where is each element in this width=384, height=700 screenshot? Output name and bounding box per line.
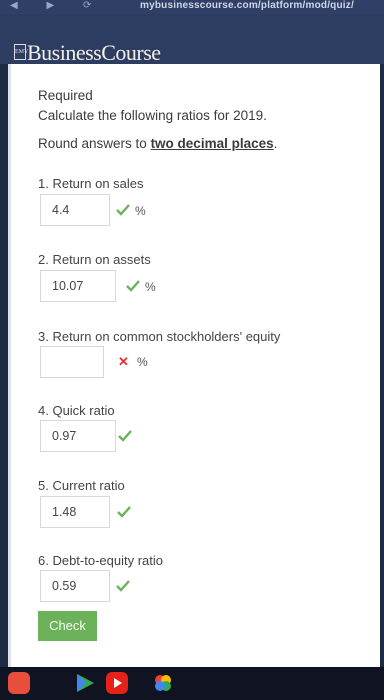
quiz-panel: Required Calculate the following ratios …: [8, 64, 380, 667]
question-1-input[interactable]: 4.4: [40, 194, 110, 226]
rounding-suffix: .: [273, 136, 278, 151]
check-button[interactable]: Check: [38, 611, 97, 641]
brand-logo-icon: EMY: [14, 44, 28, 60]
rounding-emphasis: two decimal places: [150, 136, 274, 151]
question-6-label: 6. Debt-to-equity ratio: [38, 553, 164, 568]
youtube-icon[interactable]: [106, 672, 128, 694]
photos-icon[interactable]: [152, 672, 174, 694]
correct-check-icon: [126, 280, 140, 292]
app-icon-1[interactable]: [8, 672, 30, 694]
question-3-unit: %: [137, 355, 148, 369]
required-label: Required: [38, 88, 93, 103]
forward-icon[interactable]: ▶: [46, 0, 54, 11]
question-2-label: 2. Return on assets: [38, 252, 151, 267]
correct-check-icon: [118, 430, 132, 442]
question-3-label: 3. Return on common stockholders' equity: [38, 329, 281, 344]
browser-bar: ◀ ▶ ⟳ mybusinesscourse.com/platform/mod/…: [0, 0, 384, 14]
question-1-unit: %: [135, 204, 146, 218]
instruction-text: Calculate the following ratios for 2019.: [38, 108, 267, 123]
question-4-label: 4. Quick ratio: [38, 403, 115, 418]
question-6-input[interactable]: 0.59: [40, 570, 110, 602]
back-icon[interactable]: ◀: [10, 0, 18, 11]
reload-icon[interactable]: ⟳: [83, 0, 91, 11]
incorrect-x-icon: ✕: [118, 354, 129, 369]
question-5-label: 5. Current ratio: [38, 478, 125, 493]
question-2-unit: %: [145, 280, 156, 294]
site-header: EMY BusinessCourse: [0, 14, 384, 66]
correct-check-icon: [116, 204, 130, 216]
brand-name[interactable]: BusinessCourse: [27, 40, 161, 66]
rounding-prefix: Round answers to: [38, 136, 151, 151]
play-store-icon[interactable]: [74, 672, 96, 694]
question-5-input[interactable]: 1.48: [40, 496, 110, 528]
question-4-input[interactable]: 0.97: [40, 420, 116, 452]
browser-nav: ◀ ▶ ⟳: [10, 0, 117, 11]
rounding-instruction: Round answers to two decimal places.: [38, 136, 277, 151]
question-1-label: 1. Return on sales: [38, 176, 144, 191]
correct-check-icon: [116, 580, 130, 592]
correct-check-icon: [117, 506, 131, 518]
question-3-input[interactable]: [40, 346, 104, 378]
address-bar[interactable]: mybusinesscourse.com/platform/mod/quiz/: [140, 0, 354, 11]
question-2-input[interactable]: 10.07: [40, 270, 116, 302]
app-dock: [0, 667, 384, 700]
